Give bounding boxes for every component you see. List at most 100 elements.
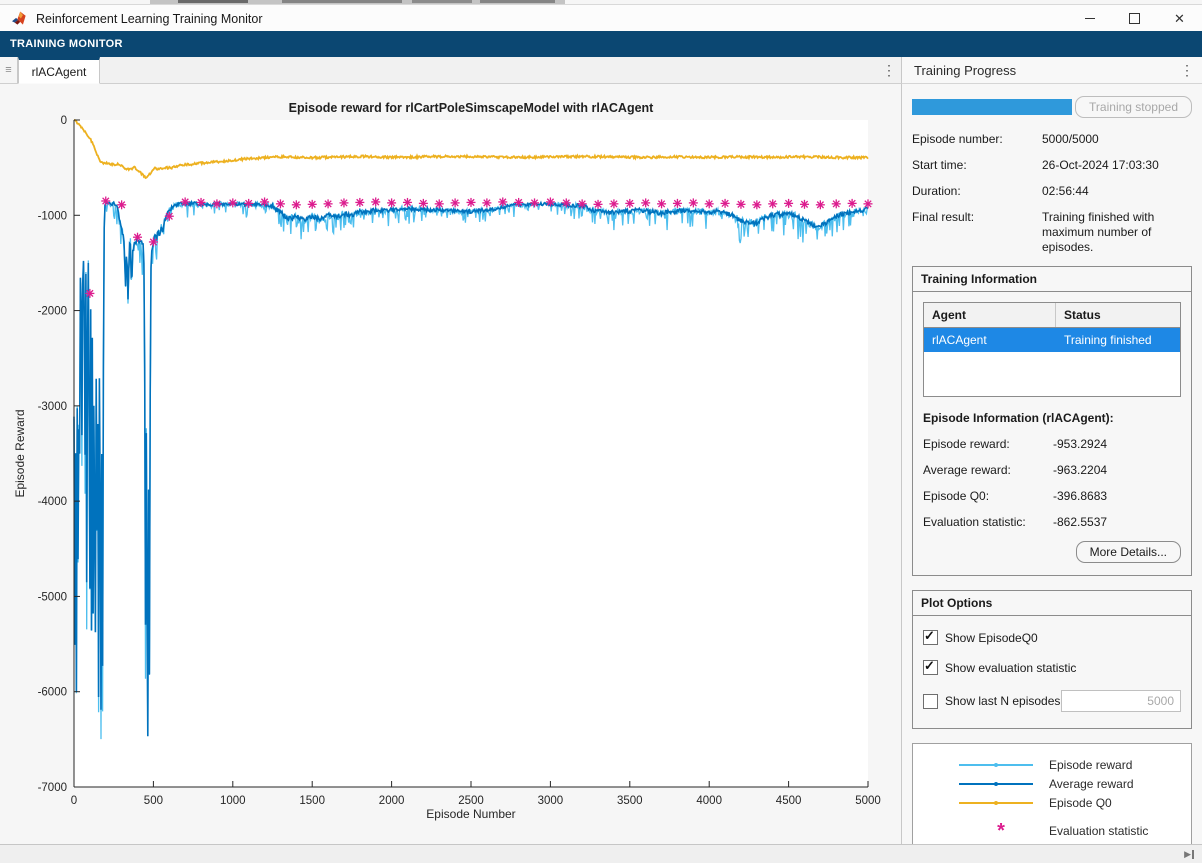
progress-fill: [912, 99, 1072, 115]
episode-q0-row: Episode Q0: -396.8683: [923, 489, 1181, 504]
last-n-episodes-input: [1061, 690, 1181, 712]
legend-evaluation-statistic: * Evaluation statistic: [913, 821, 1191, 840]
training-monitor-ribbon-tab[interactable]: TRAINING MONITOR: [10, 38, 123, 50]
episode-reward-row: Episode reward: -953.2924: [923, 437, 1181, 452]
more-details-button[interactable]: More Details...: [1076, 541, 1181, 563]
episode-number-row: Episode number: 5000/5000: [912, 132, 1192, 147]
show-last-n-episodes-option[interactable]: Show last N episodes: [923, 690, 1181, 712]
agent-cell: rlACAgent: [924, 328, 1056, 352]
legend-episode-q0: Episode Q0: [913, 793, 1191, 812]
training-progress-bar: [912, 99, 1072, 115]
tab-overflow-menu-icon[interactable]: ⋮: [877, 57, 901, 83]
agent-column-header: Agent: [924, 303, 1056, 327]
episode-reward-line-swatch: [959, 764, 1033, 766]
svg-text:2000: 2000: [379, 795, 405, 807]
svg-text:1000: 1000: [220, 795, 246, 807]
duration-label: Duration:: [912, 184, 1042, 199]
plot-options-title: Plot Options: [913, 591, 1191, 616]
show-last-n-episodes-checkbox[interactable]: [923, 694, 938, 709]
svg-text:3500: 3500: [617, 795, 643, 807]
svg-text:-3000: -3000: [38, 401, 67, 413]
title-bar: Reinforcement Learning Training Monitor …: [0, 4, 1202, 32]
svg-text:-7000: -7000: [38, 782, 67, 794]
start-time-value: 26-Oct-2024 17:03:30: [1042, 158, 1192, 173]
toolstrip-ribbon: TRAINING MONITOR: [0, 31, 1202, 57]
window-title: Reinforcement Learning Training Monitor: [36, 12, 263, 26]
svg-text:1500: 1500: [299, 795, 325, 807]
svg-text:-6000: -6000: [38, 687, 67, 699]
svg-text:5000: 5000: [855, 795, 881, 807]
legend-evaluation-statistic-label: Evaluation statistic: [1049, 824, 1148, 838]
agent-table-empty-area: [924, 352, 1180, 396]
svg-text:Episode Number: Episode Number: [426, 807, 515, 821]
show-evaluation-statistic-checkbox[interactable]: [923, 660, 938, 675]
training-information-title: Training Information: [913, 267, 1191, 292]
status-cell: Training finished: [1056, 328, 1180, 352]
episode-q0-line-swatch: [959, 802, 1033, 804]
episode-information-title: Episode Information (rlACAgent):: [923, 411, 1181, 425]
minimize-button[interactable]: [1067, 5, 1112, 32]
panel-title: Training Progress: [914, 63, 1016, 78]
legend-episode-reward: Episode reward: [913, 755, 1191, 774]
window-controls: ✕: [1067, 5, 1202, 32]
start-time-label: Start time:: [912, 158, 1042, 173]
duration-row: Duration: 02:56:44: [912, 184, 1192, 199]
svg-text:0: 0: [71, 795, 77, 807]
evaluation-statistic-label: Evaluation statistic:: [923, 515, 1053, 530]
training-progress-header: Training Progress ⋮: [901, 57, 1202, 84]
evaluation-statistic-row: Evaluation statistic: -862.5537: [923, 515, 1181, 530]
collapse-panel-button[interactable]: ▶: [1184, 850, 1194, 859]
start-time-row: Start time: 26-Oct-2024 17:03:30: [912, 158, 1192, 173]
rl-training-monitor-window: { "window": {"title": "Reinforcement Lea…: [0, 0, 1202, 863]
svg-text:Episode Reward: Episode Reward: [13, 409, 27, 497]
final-result-label: Final result:: [912, 210, 1042, 255]
summary-rows: Episode number: 5000/5000 Start time: 26…: [912, 132, 1192, 255]
training-progress-panel: Training stopped Episode number: 5000/50…: [901, 84, 1202, 845]
agent-table-header: Agent Status: [924, 303, 1180, 328]
episode-number-value: 5000/5000: [1042, 132, 1192, 147]
show-evaluation-statistic-option[interactable]: Show evaluation statistic: [923, 660, 1181, 675]
final-result-value: Training finished with maximum number of…: [1042, 210, 1192, 255]
tab-rlacagent[interactable]: rlACAgent: [18, 57, 100, 84]
average-reward-label: Average reward:: [923, 463, 1053, 478]
svg-text:4500: 4500: [776, 795, 802, 807]
training-plot: 0 -1000 -2000 -3000 -4000 -5000 -6000 -7000 0 500…: [0, 84, 901, 845]
average-reward-value: -963.2204: [1053, 463, 1181, 478]
final-result-row: Final result: Training finished with max…: [912, 210, 1192, 255]
svg-text:Episode reward for rlCartPoleS: Episode reward for rlCartPoleSimscapeMod…: [289, 101, 654, 115]
minimize-icon: [1085, 18, 1095, 19]
svg-text:0: 0: [61, 115, 67, 127]
svg-text:-1000: -1000: [38, 210, 67, 222]
status-bar: ▶: [0, 844, 1202, 863]
duration-value: 02:56:44: [1042, 184, 1192, 199]
episode-q0-value: -396.8683: [1053, 489, 1181, 504]
agent-status-table: Agent Status rlACAgent Training finished: [923, 302, 1181, 397]
maximize-button[interactable]: [1112, 5, 1157, 32]
average-reward-line-swatch: [959, 783, 1033, 785]
show-episodeq0-label: Show EpisodeQ0: [945, 631, 1038, 645]
show-last-n-episodes-label: Show last N episodes: [945, 694, 1060, 708]
document-tab-strip: ≡ rlACAgent ⋮: [0, 57, 901, 84]
agent-table-row[interactable]: rlACAgent Training finished: [924, 328, 1180, 352]
maximize-icon: [1129, 13, 1140, 24]
panel-menu-icon[interactable]: ⋮: [1180, 62, 1194, 79]
show-episodeq0-checkbox[interactable]: [923, 630, 938, 645]
svg-text:-2000: -2000: [38, 306, 67, 318]
legend-episode-reward-label: Episode reward: [1049, 758, 1132, 772]
svg-text:-5000: -5000: [38, 591, 67, 603]
svg-text:500: 500: [144, 795, 163, 807]
plot-legend: Episode reward Average reward Episode Q0…: [912, 743, 1192, 845]
close-icon: ✕: [1174, 12, 1185, 25]
evaluation-statistic-value: -862.5537: [1053, 515, 1181, 530]
svg-text:-4000: -4000: [38, 496, 67, 508]
plot-options-group: Plot Options Show EpisodeQ0 Show evaluat…: [912, 590, 1192, 729]
average-reward-row: Average reward: -963.2204: [923, 463, 1181, 478]
show-episodeq0-option[interactable]: Show EpisodeQ0: [923, 630, 1181, 645]
svg-text:2500: 2500: [458, 795, 484, 807]
svg-text:3000: 3000: [538, 795, 564, 807]
legend-episode-q0-label: Episode Q0: [1049, 796, 1112, 810]
tab-grip-icon[interactable]: ≡: [0, 57, 18, 83]
tab-label: rlACAgent: [32, 65, 87, 79]
episode-q0-label: Episode Q0:: [923, 489, 1053, 504]
close-button[interactable]: ✕: [1157, 5, 1202, 32]
